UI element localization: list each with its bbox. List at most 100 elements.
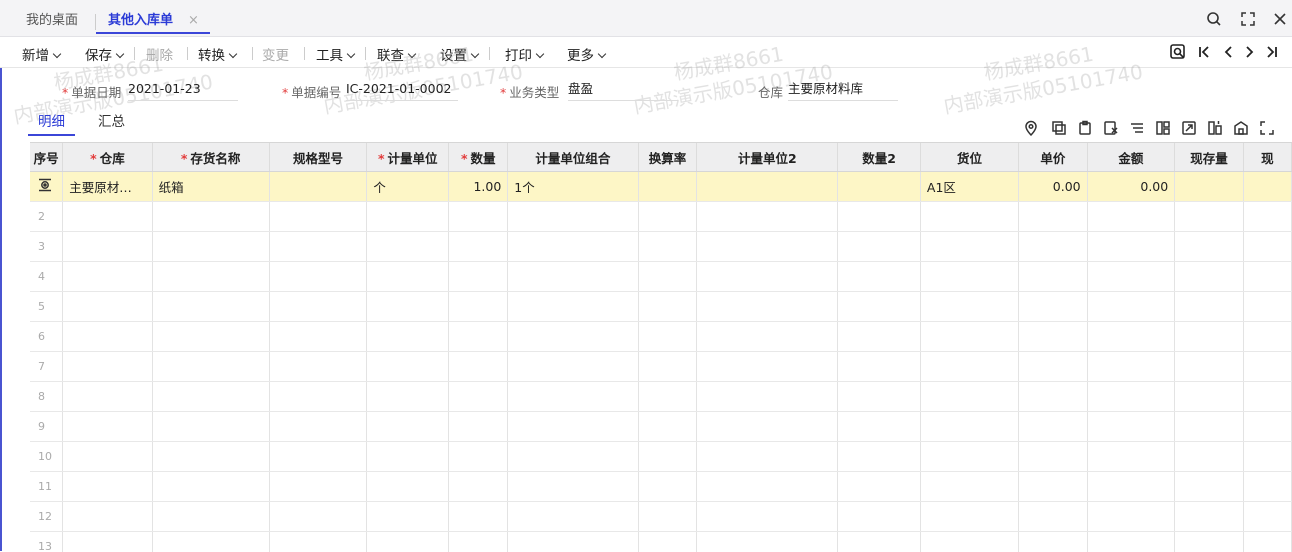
cell-amount[interactable] [1087,322,1175,352]
cell-spec[interactable] [269,412,367,442]
toolbar-item-3[interactable]: 转换 [198,44,236,64]
cell-unit[interactable] [367,442,449,472]
toolbar-item-4[interactable]: 变更 [262,44,289,64]
column-header-10[interactable]: 货位 [920,143,1018,172]
cell-warehouse[interactable] [63,412,152,442]
cell-warehouse[interactable]: 主要原材… [63,172,152,202]
column-header-6[interactable]: 计量单位组合 [508,143,638,172]
toolbar-item-7[interactable]: 设置 [440,44,478,64]
cell-stock[interactable] [1175,262,1243,292]
cell-location[interactable] [920,262,1018,292]
cell-extra[interactable] [1243,322,1291,352]
cell-amount[interactable] [1087,382,1175,412]
cell-location[interactable] [920,352,1018,382]
table-row[interactable]: 8 [30,382,1292,412]
cell-extra[interactable] [1243,412,1291,442]
tab-my-desktop[interactable]: 我的桌面 [26,12,78,34]
cell-price[interactable] [1019,532,1088,552]
cell-price[interactable] [1019,412,1088,442]
cell-price[interactable] [1019,502,1088,532]
cell-qty[interactable] [449,202,508,232]
cell-qty2[interactable] [838,352,921,382]
row-seq-cell[interactable] [30,172,63,202]
cell-stock[interactable] [1175,442,1243,472]
copy-row-icon[interactable] [1050,119,1068,137]
cell-price[interactable] [1019,382,1088,412]
cell-price[interactable] [1019,202,1088,232]
cell-unit_combo[interactable] [508,202,638,232]
cell-qty2[interactable] [838,502,921,532]
cell-location[interactable] [920,202,1018,232]
cell-location[interactable] [920,382,1018,412]
cell-unit2[interactable] [697,202,838,232]
cell-warehouse[interactable] [63,202,152,232]
cell-rate[interactable] [638,382,697,412]
cell-unit_combo[interactable]: 1个 [508,172,638,202]
cell-unit[interactable] [367,352,449,382]
cell-rate[interactable] [638,532,697,552]
cell-item[interactable] [152,322,269,352]
cell-location[interactable] [920,442,1018,472]
cell-stock[interactable] [1175,172,1243,202]
cell-location[interactable] [920,292,1018,322]
cell-unit_combo[interactable] [508,292,638,322]
warehouse-field[interactable]: 主要原材料库 [788,80,898,101]
previous-record-icon[interactable] [1218,41,1238,63]
tab-other-inbound[interactable]: 其他入库单 × [96,12,210,34]
cell-qty2[interactable] [838,262,921,292]
cell-qty[interactable] [449,262,508,292]
cell-qty[interactable] [449,412,508,442]
cell-warehouse[interactable] [63,382,152,412]
column-header-5[interactable]: *数量 [449,143,508,172]
cell-item[interactable] [152,292,269,322]
cell-item[interactable] [152,202,269,232]
cell-unit2[interactable] [697,292,838,322]
cell-unit2[interactable] [697,412,838,442]
cell-qty[interactable] [449,442,508,472]
cell-warehouse[interactable] [63,262,152,292]
cell-unit[interactable] [367,472,449,502]
export-icon[interactable] [1180,119,1198,137]
cell-item[interactable] [152,262,269,292]
subtab-summary[interactable]: 汇总 [98,110,125,130]
cell-rate[interactable] [638,442,697,472]
cell-stock[interactable] [1175,532,1243,552]
cell-unit2[interactable] [697,502,838,532]
cell-stock[interactable] [1175,472,1243,502]
cell-stock[interactable] [1175,382,1243,412]
cell-location[interactable]: A1区 [920,172,1018,202]
cell-amount[interactable] [1087,262,1175,292]
cell-spec[interactable] [269,382,367,412]
cell-amount[interactable] [1087,412,1175,442]
toolbar-item-0[interactable]: 新增 [22,44,60,64]
table-row[interactable]: 12 [30,502,1292,532]
table-row[interactable]: 6 [30,322,1292,352]
table-row[interactable]: 11 [30,472,1292,502]
cell-location[interactable] [920,532,1018,552]
cell-qty[interactable] [449,322,508,352]
cell-qty[interactable] [449,382,508,412]
cell-warehouse[interactable] [63,232,152,262]
cell-amount[interactable] [1087,442,1175,472]
cell-item[interactable]: 纸箱 [152,172,269,202]
locate-icon[interactable] [1022,119,1040,137]
cell-unit[interactable] [367,232,449,262]
cell-unit_combo[interactable] [508,472,638,502]
cell-spec[interactable] [269,232,367,262]
cell-unit2[interactable] [697,262,838,292]
cell-extra[interactable] [1243,502,1291,532]
toolbar-item-2[interactable]: 删除 [146,44,173,64]
cell-rate[interactable] [638,292,697,322]
cell-warehouse[interactable] [63,532,152,552]
cell-unit2[interactable] [697,532,838,552]
cell-unit2[interactable] [697,382,838,412]
cell-extra[interactable] [1243,262,1291,292]
batch-icon[interactable] [1154,119,1172,137]
cell-extra[interactable] [1243,352,1291,382]
cell-extra[interactable] [1243,532,1291,552]
cell-stock[interactable] [1175,322,1243,352]
table-row[interactable]: 4 [30,262,1292,292]
column-header-4[interactable]: *计量单位 [367,143,449,172]
table-row[interactable]: 2 [30,202,1292,232]
cell-stock[interactable] [1175,412,1243,442]
